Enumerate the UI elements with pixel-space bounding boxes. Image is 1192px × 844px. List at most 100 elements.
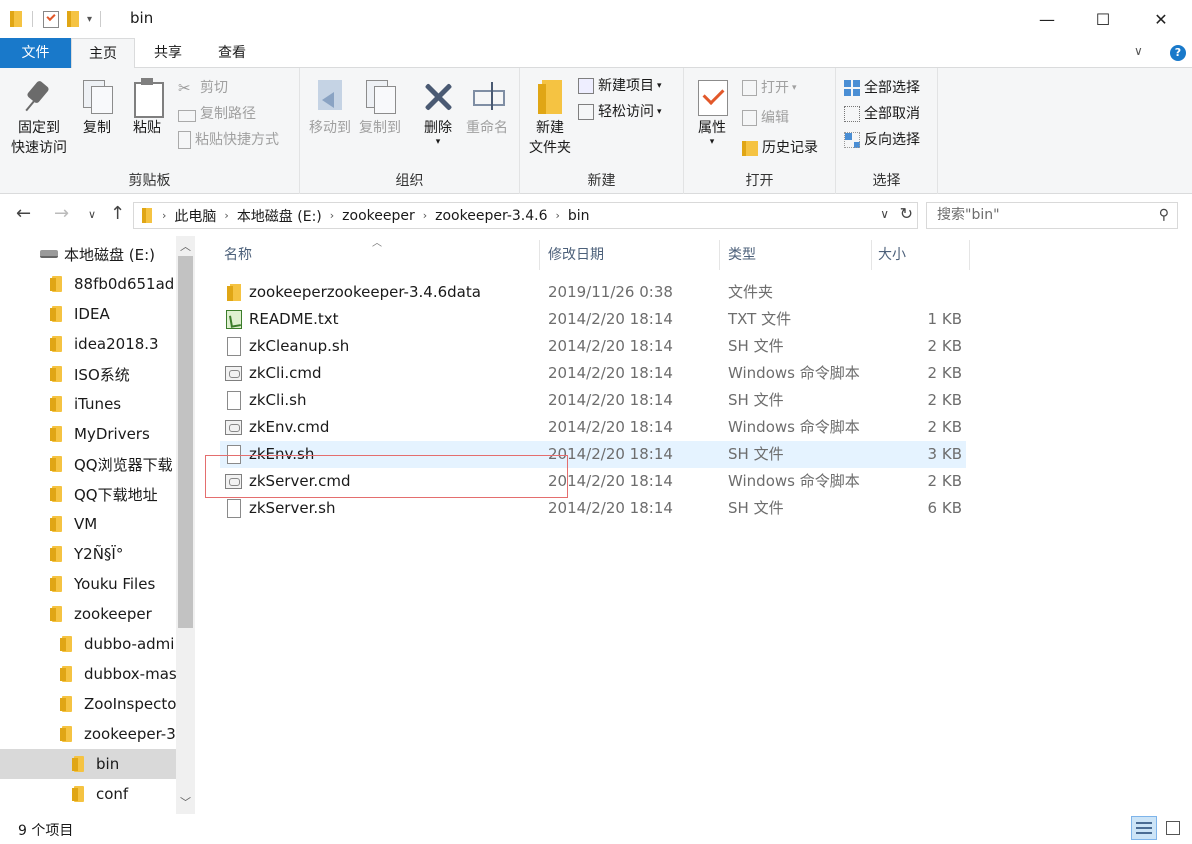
file-row[interactable]: zkCli.cmd 2014/2/20 18:14 Windows 命令脚本 2 KB xyxy=(220,360,966,387)
refresh-icon[interactable]: ↻ xyxy=(900,204,913,223)
invert-selection-button[interactable]: 反向选择 xyxy=(844,128,920,152)
edit-button[interactable]: 编辑 xyxy=(742,106,789,130)
scroll-down-icon[interactable]: ﹀ xyxy=(176,794,195,812)
delete-button[interactable]: 删除 ▾ xyxy=(418,76,458,147)
tab-share[interactable]: 共享 xyxy=(136,38,200,68)
file-type: Windows 命令脚本 xyxy=(728,364,860,382)
nav-item[interactable]: bin xyxy=(0,749,176,779)
cut-button[interactable]: ✂ 剪切 xyxy=(178,76,228,100)
nav-item[interactable]: ISO系统 xyxy=(0,359,176,389)
open-button[interactable]: 打开 ▾ xyxy=(742,76,797,100)
file-type: SH 文件 xyxy=(728,391,784,409)
details-view-button[interactable] xyxy=(1131,816,1157,840)
properties-check-icon[interactable] xyxy=(43,10,59,28)
breadcrumb-zookeeper-346[interactable]: zookeeper-3.4.6 xyxy=(431,208,551,224)
address-bar[interactable]: › 此电脑 › 本地磁盘 (E:) › zookeeper › zookeepe… xyxy=(133,202,918,229)
collapse-ribbon-icon[interactable]: ∨ xyxy=(1134,44,1143,58)
file-modified: 2014/2/20 18:14 xyxy=(548,337,673,355)
cmd-file-icon xyxy=(224,364,242,383)
folder-icon xyxy=(60,725,74,743)
nav-item[interactable]: ZooInspecto xyxy=(0,689,176,719)
breadcrumb-drive-e[interactable]: 本地磁盘 (E:) xyxy=(233,206,326,226)
copy-path-button[interactable]: 复制路径 xyxy=(178,102,256,126)
column-header-modified[interactable]: 修改日期 xyxy=(540,240,720,270)
back-arrow-icon[interactable]: ← xyxy=(16,203,31,224)
breadcrumb-chevron-icon[interactable]: › xyxy=(552,209,564,222)
easy-access-button[interactable]: 轻松访问 ▾ xyxy=(578,100,662,124)
file-row[interactable]: zkEnv.cmd 2014/2/20 18:14 Windows 命令脚本 2 KB xyxy=(220,414,966,441)
paste-button[interactable]: 粘贴 xyxy=(126,76,168,138)
folder-icon[interactable] xyxy=(10,11,22,27)
nav-item[interactable]: QQ下载地址 xyxy=(0,479,176,509)
nav-item[interactable]: MyDrivers xyxy=(0,419,176,449)
up-arrow-icon[interactable]: ↑ xyxy=(110,203,125,224)
file-row[interactable]: zkCleanup.sh 2014/2/20 18:14 SH 文件 2 KB xyxy=(220,333,966,360)
nav-item[interactable]: conf xyxy=(0,779,176,809)
column-header-size[interactable]: 大小 xyxy=(870,240,970,270)
nav-scrollbar[interactable]: ︿ ﹀ xyxy=(176,236,195,814)
nav-item[interactable]: IDEA xyxy=(0,299,176,329)
nav-item-label: 88fb0d651ad xyxy=(74,275,175,293)
nav-item[interactable]: idea2018.3 xyxy=(0,329,176,359)
nav-item[interactable]: 88fb0d651ad xyxy=(0,269,176,299)
maximize-button[interactable]: ☐ xyxy=(1074,0,1132,38)
breadcrumb-bin[interactable]: bin xyxy=(564,208,594,224)
large-icons-view-button[interactable] xyxy=(1160,816,1186,840)
breadcrumb-this-pc[interactable]: 此电脑 xyxy=(170,206,220,226)
breadcrumb-chevron-icon[interactable]: › xyxy=(326,209,338,222)
file-row[interactable]: README.txt 2014/2/20 18:14 TXT 文件 1 KB xyxy=(220,306,966,333)
address-dropdown-icon[interactable]: ∨ xyxy=(880,207,889,221)
tab-home[interactable]: 主页 xyxy=(71,38,135,69)
scroll-up-icon[interactable]: ︿ xyxy=(176,238,195,256)
tab-file[interactable]: 文件 xyxy=(0,38,71,68)
nav-item[interactable]: dubbox-mas xyxy=(0,659,176,689)
nav-item[interactable]: 本地磁盘 (E:) xyxy=(0,239,176,269)
column-header-name[interactable]: 名称 xyxy=(216,240,540,270)
new-item-button[interactable]: 新建项目 ▾ xyxy=(578,74,662,98)
pin-to-quick-access-button[interactable]: 固定到 快速访问 xyxy=(6,76,72,158)
nav-item[interactable]: QQ浏览器下载 xyxy=(0,449,176,479)
nav-item[interactable]: zookeeper-3 xyxy=(0,719,176,749)
paste-shortcut-button[interactable]: 粘贴快捷方式 xyxy=(178,128,279,152)
new-folder-button[interactable]: 新建 文件夹 xyxy=(526,76,574,158)
select-all-button[interactable]: 全部选择 xyxy=(844,76,920,100)
tab-view[interactable]: 查看 xyxy=(200,38,264,68)
breadcrumb-chevron-icon[interactable]: › xyxy=(419,209,431,222)
folder-icon xyxy=(224,283,242,302)
file-row[interactable]: zkCli.sh 2014/2/20 18:14 SH 文件 2 KB xyxy=(220,387,966,414)
copy-to-button[interactable]: 复制到 xyxy=(356,76,404,138)
history-button[interactable]: 历史记录 xyxy=(742,136,818,160)
customize-dropdown-icon[interactable]: ▾ xyxy=(87,14,92,25)
nav-item[interactable]: VM xyxy=(0,509,176,539)
nav-item-label: ZooInspecto xyxy=(84,695,176,713)
nav-item[interactable]: iTunes xyxy=(0,389,176,419)
nav-item[interactable]: Youku Files xyxy=(0,569,176,599)
properties-button[interactable]: 属性 ▾ xyxy=(690,76,734,147)
nav-item[interactable]: zookeeper xyxy=(0,599,176,629)
nav-item[interactable]: Y2Ñ§Ï° xyxy=(0,539,176,569)
move-to-button[interactable]: 移动到 xyxy=(306,76,354,138)
search-input[interactable]: 搜索"bin" ⚲ xyxy=(926,202,1178,229)
close-button[interactable]: ✕ xyxy=(1132,0,1190,38)
file-modified: 2014/2/20 18:14 xyxy=(548,499,673,517)
folder-icon xyxy=(50,605,64,623)
text-file-icon xyxy=(224,310,242,329)
breadcrumb-chevron-icon[interactable]: › xyxy=(158,209,170,222)
status-bar: 9 个项目 xyxy=(0,814,1192,844)
recent-locations-chevron-icon[interactable]: ∨ xyxy=(88,208,96,221)
copy-button[interactable]: 复制 xyxy=(76,76,118,138)
breadcrumb-chevron-icon[interactable]: › xyxy=(220,209,232,222)
rename-button[interactable]: 重命名 xyxy=(462,76,512,138)
nav-item[interactable]: dubbo-admi xyxy=(0,629,176,659)
copy-icon xyxy=(79,76,115,116)
forward-arrow-icon[interactable]: → xyxy=(54,203,69,224)
nav-scroll-thumb[interactable] xyxy=(178,256,193,628)
new-folder-icon[interactable] xyxy=(67,11,79,27)
select-none-button[interactable]: 全部取消 xyxy=(844,102,920,126)
file-row[interactable]: zkServer.sh 2014/2/20 18:14 SH 文件 6 KB xyxy=(220,495,966,522)
breadcrumb-zookeeper[interactable]: zookeeper xyxy=(338,208,419,224)
column-header-type[interactable]: 类型 xyxy=(720,240,872,270)
help-icon[interactable]: ? xyxy=(1170,45,1186,61)
file-row[interactable]: zookeeperzookeeper-3.4.6data 2019/11/26 0… xyxy=(220,279,966,306)
minimize-button[interactable]: — xyxy=(1018,0,1076,38)
